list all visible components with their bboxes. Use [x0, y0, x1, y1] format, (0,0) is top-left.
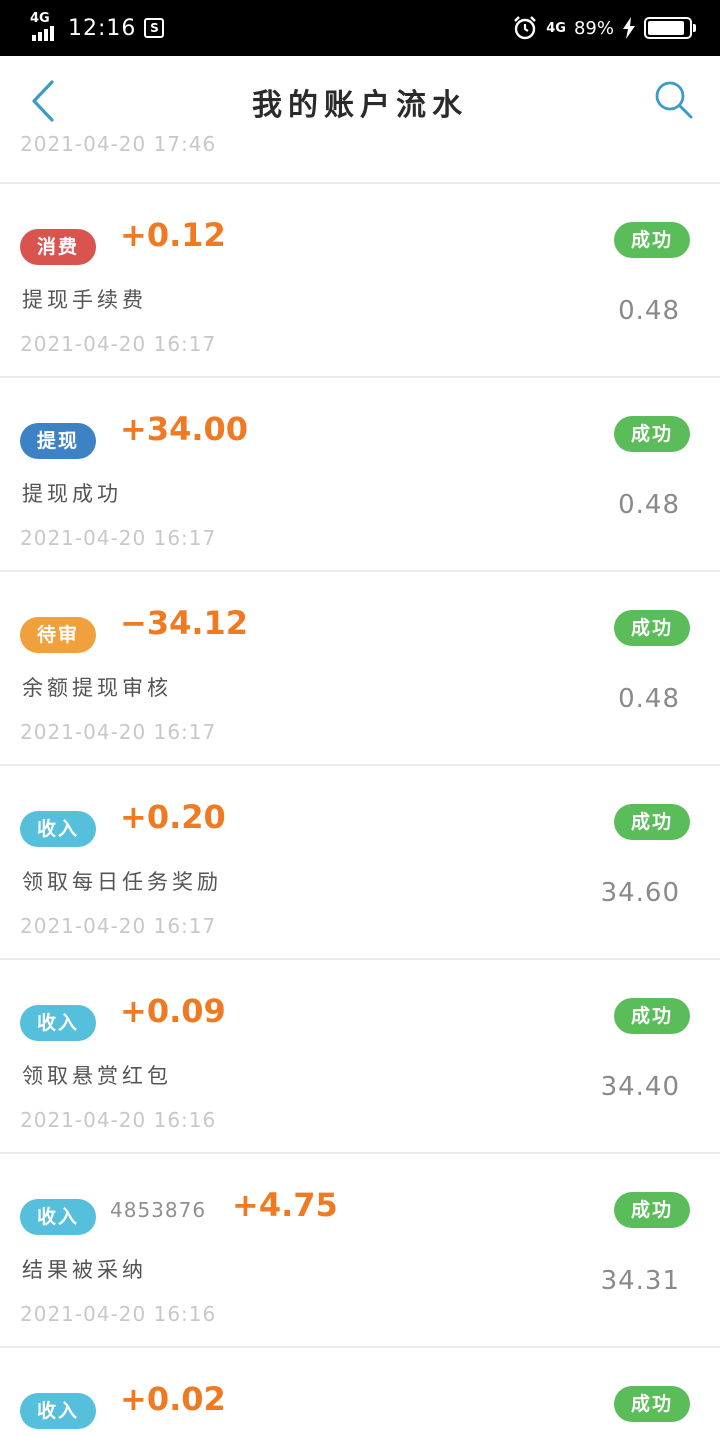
status-badge: 成功	[614, 222, 690, 258]
cellular-signal-icon: 4G	[30, 11, 60, 43]
charging-icon	[623, 17, 635, 39]
network-type: 4G	[30, 11, 50, 26]
record-balance: 0.48	[618, 296, 680, 326]
record-date: 2021-04-20 16:16	[20, 1302, 217, 1326]
table-row[interactable]: 收入 +0.09 成功 领取悬赏红包 34.40 2021-04-20 16:1…	[0, 960, 720, 1152]
record-date: 2021-04-20 17:46	[20, 132, 217, 156]
record-date: 2021-04-20 16:17	[20, 526, 217, 550]
type-badge: 提现	[20, 423, 96, 459]
type-badge: 消费	[20, 229, 96, 265]
notification-icon: S	[144, 18, 165, 38]
table-row[interactable]: 收入 4853876 +4.75 成功 结果被采纳 34.31 2021-04-…	[0, 1154, 720, 1346]
record-balance: 0.48	[618, 684, 680, 714]
record-amount: +0.02	[120, 1380, 226, 1418]
partial-list-item[interactable]: 2021-04-20 17:46	[0, 132, 720, 182]
network-type-2: 4G	[546, 20, 566, 36]
record-description: 结果被采纳	[22, 1258, 147, 1282]
alarm-icon	[514, 16, 537, 40]
record-date: 2021-04-20 16:17	[20, 914, 217, 938]
record-reference: 4853876	[110, 1198, 207, 1222]
table-row[interactable]: 收入 +0.02 成功	[0, 1348, 720, 1436]
record-amount: +0.20	[120, 798, 226, 836]
record-amount: +0.09	[120, 992, 226, 1030]
record-balance: 34.40	[600, 1072, 680, 1102]
record-amount: +0.12	[120, 216, 226, 254]
record-balance: 0.48	[618, 490, 680, 520]
status-badge: 成功	[614, 416, 690, 452]
record-amount: +4.75	[232, 1186, 338, 1224]
record-date: 2021-04-20 16:17	[20, 332, 217, 356]
record-description: 领取悬赏红包	[22, 1064, 172, 1088]
type-badge: 收入	[20, 1199, 96, 1235]
search-icon[interactable]	[652, 78, 696, 122]
battery-icon	[644, 17, 696, 39]
record-date: 2021-04-20 16:17	[20, 720, 217, 744]
record-description: 提现手续费	[22, 288, 147, 312]
table-row[interactable]: 提现 +34.00 成功 提现成功 0.48 2021-04-20 16:17	[0, 378, 720, 570]
table-row[interactable]: 待审 −34.12 成功 余额提现审核 0.48 2021-04-20 16:1…	[0, 572, 720, 764]
record-description: 领取每日任务奖励	[22, 870, 222, 894]
status-badge: 成功	[614, 610, 690, 646]
status-bar: 4G 12:16 S 4G 89%	[0, 0, 720, 56]
table-row[interactable]: 消费 +0.12 成功 提现手续费 0.48 2021-04-20 16:17	[0, 184, 720, 376]
record-balance: 34.60	[600, 878, 680, 908]
record-description: 提现成功	[22, 482, 122, 506]
clock: 12:16	[68, 15, 137, 41]
type-badge: 收入	[20, 811, 96, 847]
page-title: 我的账户流水	[252, 88, 468, 123]
type-badge: 收入	[20, 1005, 96, 1041]
record-balance: 34.31	[600, 1266, 680, 1296]
record-amount: −34.12	[120, 604, 249, 642]
status-badge: 成功	[614, 998, 690, 1034]
type-badge: 收入	[20, 1393, 96, 1429]
table-row[interactable]: 收入 +0.20 成功 领取每日任务奖励 34.60 2021-04-20 16…	[0, 766, 720, 958]
status-badge: 成功	[614, 1386, 690, 1422]
status-badge: 成功	[614, 804, 690, 840]
record-description: 余额提现审核	[22, 676, 172, 700]
record-amount: +34.00	[120, 410, 249, 448]
record-date: 2021-04-20 16:16	[20, 1108, 217, 1132]
type-badge: 待审	[20, 617, 96, 653]
battery-percentage: 89%	[573, 17, 614, 39]
status-badge: 成功	[614, 1192, 690, 1228]
